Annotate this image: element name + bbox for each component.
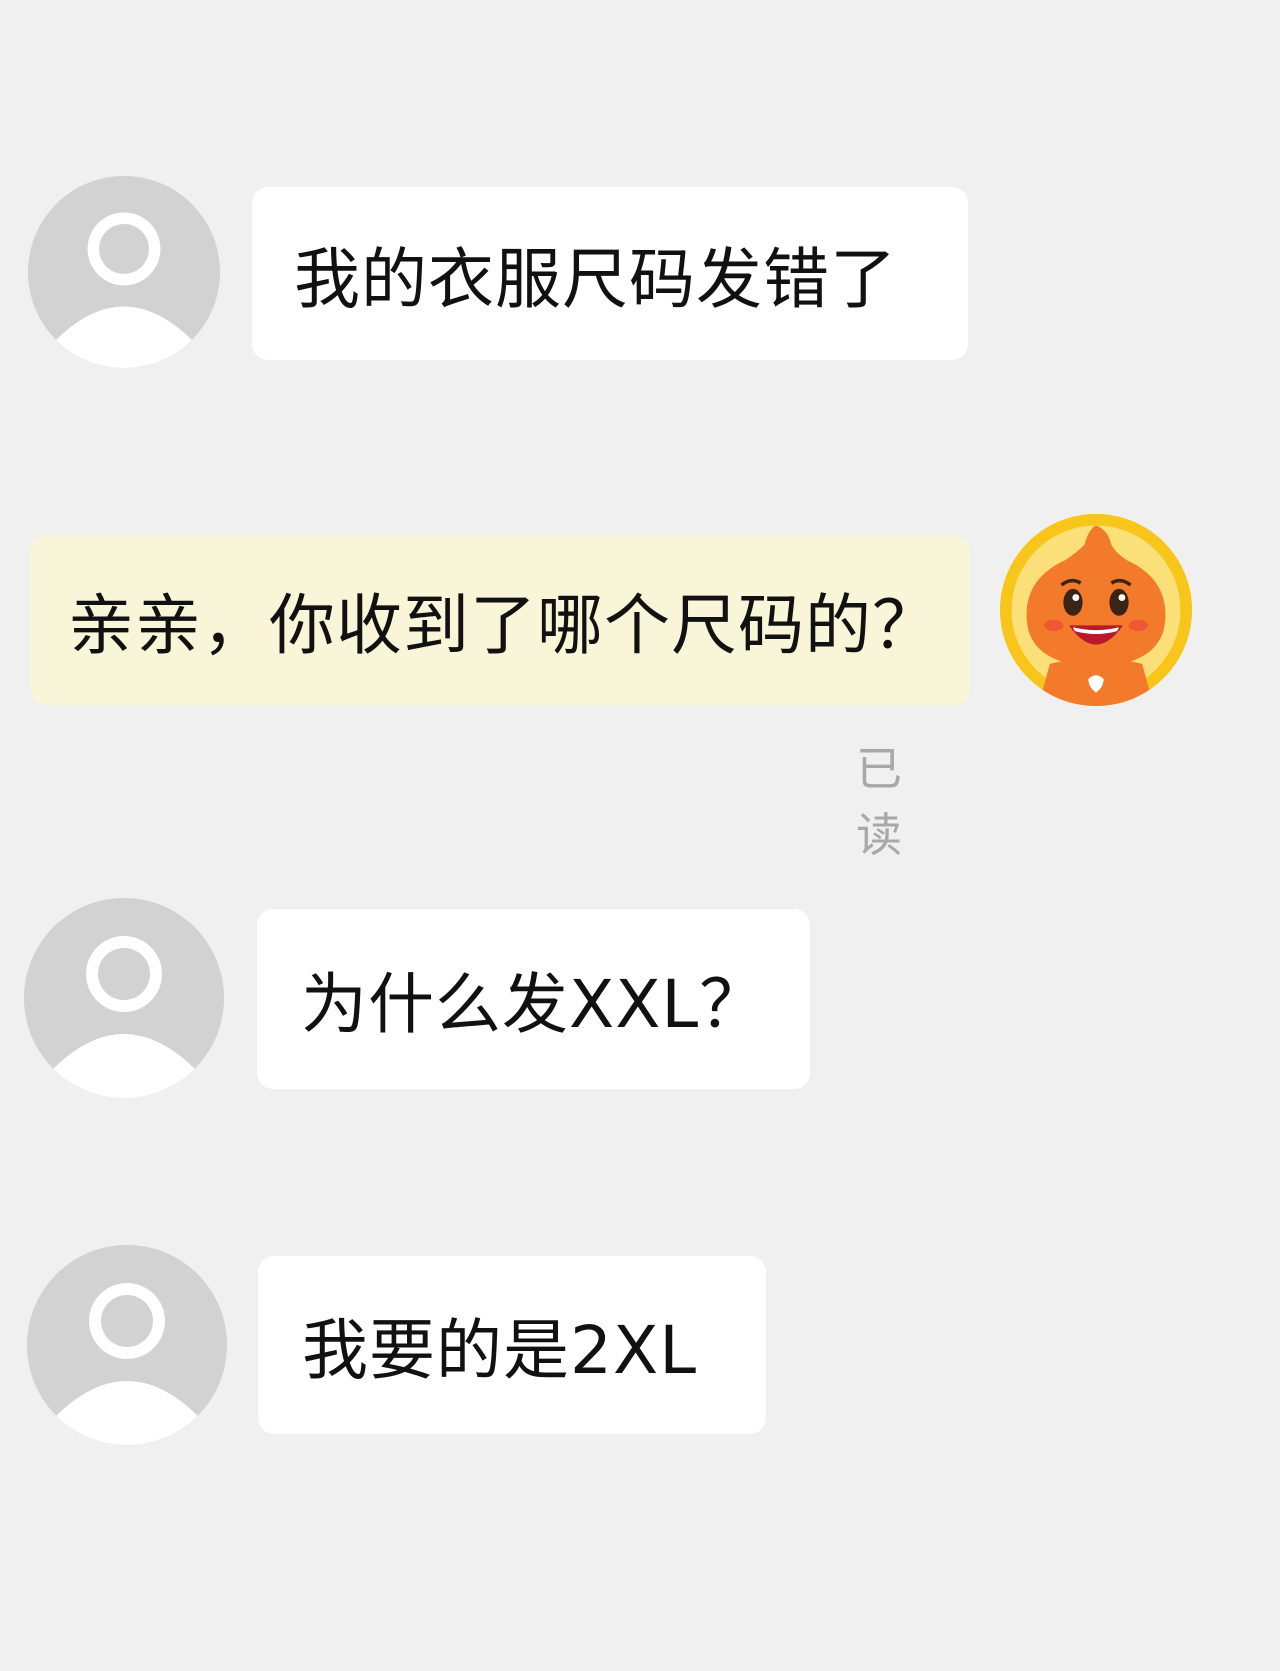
message-text: 我的衣服尺码发错了: [294, 240, 897, 318]
user-avatar-icon[interactable]: [27, 1245, 227, 1445]
message-text: 亲亲，你收到了哪个尺码的？: [68, 587, 939, 664]
message-bubble[interactable]: 亲亲，你收到了哪个尺码的？: [30, 535, 970, 705]
message-text: 我要的是2XL: [302, 1312, 697, 1389]
message-bubble[interactable]: 为什么发XXL？: [257, 909, 810, 1089]
message-bubble[interactable]: 我要的是2XL: [258, 1256, 766, 1434]
message-text: 为什么发XXL？: [301, 966, 767, 1043]
user-avatar-icon[interactable]: [24, 898, 224, 1098]
message-bubble[interactable]: 我的衣服尺码发错了: [252, 187, 968, 360]
read-status-label: 已读: [856, 742, 904, 862]
orange-mascot-avatar-icon[interactable]: [1000, 514, 1192, 706]
user-avatar-icon[interactable]: [28, 176, 220, 368]
